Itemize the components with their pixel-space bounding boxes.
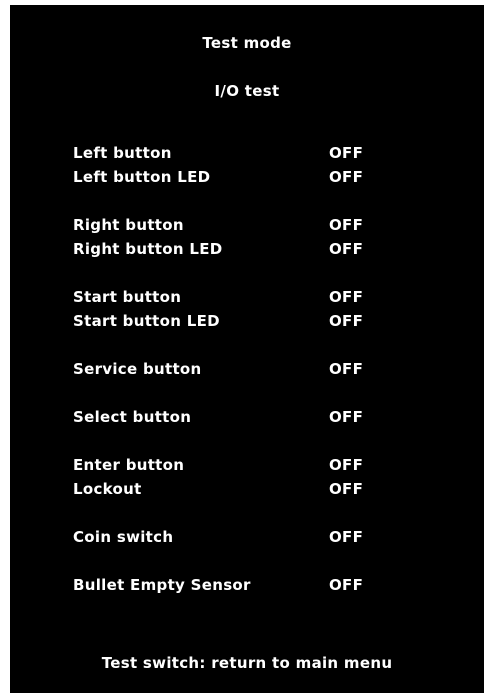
io-row-start-button: Start button OFF: [10, 288, 484, 308]
page-title: Test mode: [202, 34, 292, 52]
io-row-select-button: Select button OFF: [10, 408, 484, 428]
io-status: OFF: [329, 576, 364, 594]
io-status: OFF: [329, 480, 364, 498]
io-row-left-button: Left button OFF: [10, 144, 484, 164]
io-row-right-button: Right button OFF: [10, 216, 484, 236]
io-label: Bullet Empty Sensor: [73, 576, 251, 594]
io-label: Lockout: [73, 480, 142, 498]
io-label: Select button: [73, 408, 192, 426]
io-label: Left button LED: [73, 168, 211, 186]
io-label: Start button: [73, 288, 182, 306]
io-row-enter-button: Enter button OFF: [10, 456, 484, 476]
io-status: OFF: [329, 144, 364, 162]
io-row-coin-switch: Coin switch OFF: [10, 528, 484, 548]
test-mode-screen: Test mode I/O test Left button OFF Left …: [10, 5, 484, 693]
footer-hint: Test switch: return to main menu: [101, 654, 393, 672]
io-status: OFF: [329, 312, 364, 330]
io-row-left-button-led: Left button LED OFF: [10, 168, 484, 188]
io-status: OFF: [329, 360, 364, 378]
io-status: OFF: [329, 168, 364, 186]
io-row-start-button-led: Start button LED OFF: [10, 312, 484, 332]
io-label: Coin switch: [73, 528, 174, 546]
io-row-service-button: Service button OFF: [10, 360, 484, 380]
io-row-bullet-empty-sensor: Bullet Empty Sensor OFF: [10, 576, 484, 596]
io-label: Right button LED: [73, 240, 223, 258]
io-status: OFF: [329, 288, 364, 306]
io-label: Start button LED: [73, 312, 220, 330]
io-status: OFF: [329, 240, 364, 258]
page-subtitle: I/O test: [214, 82, 280, 100]
io-label: Service button: [73, 360, 202, 378]
io-status: OFF: [329, 408, 364, 426]
io-row-lockout: Lockout OFF: [10, 480, 484, 500]
io-row-right-button-led: Right button LED OFF: [10, 240, 484, 260]
io-label: Right button: [73, 216, 184, 234]
io-status: OFF: [329, 456, 364, 474]
io-status: OFF: [329, 216, 364, 234]
io-label: Enter button: [73, 456, 185, 474]
io-status: OFF: [329, 528, 364, 546]
io-label: Left button: [73, 144, 172, 162]
